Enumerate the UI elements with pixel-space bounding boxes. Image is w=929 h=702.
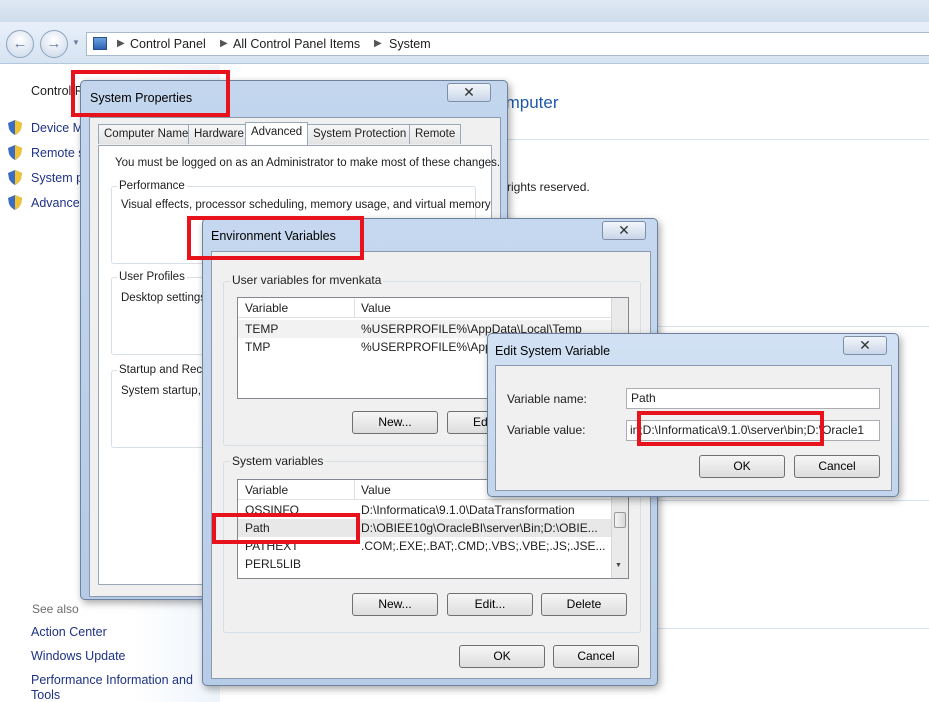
breadcrumb[interactable]: ▶ Control Panel ▶ All Control Panel Item… [86, 32, 929, 56]
user-profiles-label: User Profiles [117, 271, 187, 283]
close-icon[interactable]: ✕ [447, 83, 491, 102]
admin-note: You must be logged on as an Administrato… [115, 157, 501, 169]
breadcrumb-separator-icon[interactable]: ▶ [374, 38, 382, 49]
action-center-link[interactable]: Action Center [31, 625, 107, 639]
table-row[interactable]: PERL5LIB [238, 555, 612, 573]
highlight-environment-variables [187, 216, 364, 260]
highlight-system-properties [71, 70, 230, 117]
shield-icon [8, 120, 22, 135]
user-profiles-text: Desktop settings [121, 292, 207, 304]
breadcrumb-separator-icon[interactable]: ▶ [220, 38, 228, 49]
user-variables-label: User variables for mvenkata [230, 273, 384, 287]
env-cancel-button[interactable]: Cancel [553, 645, 639, 668]
shield-icon [8, 195, 22, 210]
system-new-button[interactable]: New... [352, 593, 438, 616]
breadcrumb-all-items[interactable]: All Control Panel Items [233, 37, 360, 51]
recent-pages-icon[interactable]: ▼ [72, 38, 80, 47]
performance-label: Performance [117, 180, 187, 192]
window-titlebar [0, 0, 929, 22]
variable-value-label: Variable value: [507, 423, 586, 437]
column-value[interactable]: Value [361, 301, 391, 315]
shield-icon [8, 170, 22, 185]
variable-name-label: Variable name: [507, 392, 587, 406]
breadcrumb-control-panel[interactable]: Control Panel [130, 37, 206, 51]
system-delete-button[interactable]: Delete [541, 593, 627, 616]
scrollbar-thumb[interactable] [614, 512, 626, 528]
tab-advanced[interactable]: Advanced [245, 122, 309, 145]
breadcrumb-separator-icon[interactable]: ▶ [117, 38, 125, 49]
shield-icon [8, 145, 22, 160]
highlight-path-row [212, 513, 360, 544]
env-ok-button[interactable]: OK [459, 645, 545, 668]
close-icon[interactable]: ✕ [843, 336, 887, 355]
close-icon[interactable]: ✕ [602, 221, 646, 240]
windows-update-link[interactable]: Windows Update [31, 649, 126, 663]
user-new-button[interactable]: New... [352, 411, 438, 434]
back-button[interactable]: ← [6, 30, 34, 58]
variable-name-field[interactable]: Path [626, 388, 880, 409]
performance-text: Visual effects, processor scheduling, me… [121, 199, 491, 211]
edit-cancel-button[interactable]: Cancel [794, 455, 880, 478]
device-manager-link[interactable]: Device M [31, 121, 83, 135]
performance-info-link[interactable]: Performance Information and [31, 673, 193, 687]
forward-button[interactable]: → [40, 30, 68, 58]
list-header: Variable Value [238, 298, 612, 318]
edit-system-variable-title: Edit System Variable [495, 344, 611, 358]
system-variables-label: System variables [230, 454, 326, 468]
startup-label: Startup and Reco [117, 364, 211, 376]
performance-info-link-cont[interactable]: Tools [31, 688, 60, 702]
divider [505, 139, 929, 140]
tab-strip: Computer Name Hardware Advanced System P… [98, 122, 498, 146]
copyright-text: rights reserved. [507, 180, 590, 194]
tab-computer-name[interactable]: Computer Name [98, 124, 195, 144]
column-value[interactable]: Value [361, 483, 391, 497]
remote-settings-link[interactable]: Remote s [31, 146, 85, 160]
breadcrumb-system[interactable]: System [389, 37, 431, 51]
see-also-label: See also [32, 602, 79, 616]
control-panel-icon [93, 37, 107, 50]
scroll-down-icon[interactable]: ▼ [615, 562, 622, 569]
system-protection-link[interactable]: System pr [31, 171, 87, 185]
system-edit-button[interactable]: Edit... [447, 593, 533, 616]
advanced-settings-link[interactable]: Advanced [31, 196, 87, 210]
tab-system-protection[interactable]: System Protection [307, 124, 413, 144]
address-bar: ← → ▼ ▶ Control Panel ▶ All Control Pane… [0, 22, 929, 64]
tab-hardware[interactable]: Hardware [188, 124, 250, 144]
edit-ok-button[interactable]: OK [699, 455, 785, 478]
tab-remote[interactable]: Remote [409, 124, 462, 144]
column-variable[interactable]: Variable [245, 483, 288, 497]
highlight-variable-value [637, 411, 824, 446]
column-variable[interactable]: Variable [245, 301, 288, 315]
